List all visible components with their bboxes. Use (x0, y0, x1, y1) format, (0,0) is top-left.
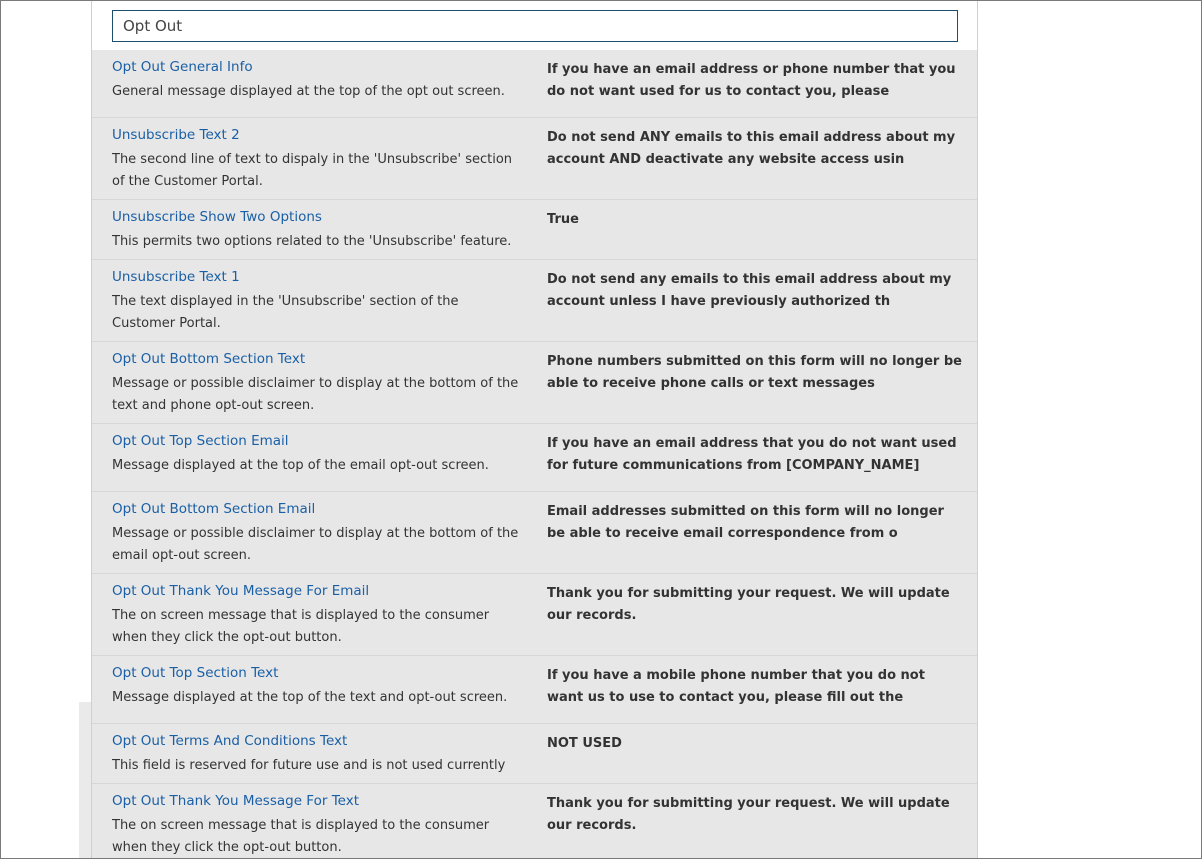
setting-value: If you have a mobile phone number that y… (547, 668, 925, 705)
setting-row[interactable]: Opt Out Bottom Section Email Message or … (92, 492, 977, 574)
setting-value: Phone numbers submitted on this form wil… (547, 354, 962, 391)
search-input[interactable] (112, 10, 958, 42)
setting-description: Message or possible disclaimer to displa… (112, 526, 519, 563)
setting-value: If you have an email address that you do… (547, 436, 957, 473)
setting-row[interactable]: Opt Out General Info General message dis… (92, 50, 977, 118)
setting-name-link[interactable]: Opt Out Top Section Email (112, 433, 289, 449)
setting-name-link[interactable]: Opt Out Bottom Section Email (112, 501, 315, 517)
setting-description: This permits two options related to the … (112, 234, 512, 249)
setting-row[interactable]: Opt Out Thank You Message For Email The … (92, 574, 977, 656)
setting-value: Do not send ANY emails to this email add… (547, 130, 956, 167)
settings-list: Opt Out General Info General message dis… (92, 50, 977, 859)
setting-value: If you have an email address or phone nu… (547, 62, 956, 99)
setting-row[interactable]: Opt Out Top Section Text Message display… (92, 656, 977, 724)
setting-value: Email addresses submitted on this form w… (547, 504, 944, 541)
setting-description: This field is reserved for future use an… (112, 758, 506, 773)
settings-panel: Opt Out General Info General message dis… (91, 0, 978, 859)
setting-value: True (547, 212, 579, 227)
setting-description: The second line of text to dispaly in th… (112, 152, 513, 189)
setting-row[interactable]: Unsubscribe Show Two Options This permit… (92, 200, 977, 260)
setting-description: The text displayed in the 'Unsubscribe' … (112, 294, 459, 331)
setting-row[interactable]: Unsubscribe Text 2 The second line of te… (92, 118, 977, 200)
setting-name-link[interactable]: Unsubscribe Text 1 (112, 269, 240, 285)
setting-row[interactable]: Opt Out Thank You Message For Text The o… (92, 784, 977, 859)
setting-description: Message displayed at the top of the emai… (112, 458, 489, 473)
setting-value: NOT USED (547, 736, 622, 751)
setting-name-link[interactable]: Opt Out Thank You Message For Email (112, 583, 369, 599)
setting-value: Do not send any emails to this email add… (547, 272, 952, 309)
setting-row[interactable]: Opt Out Terms And Conditions Text This f… (92, 724, 977, 784)
setting-value: Thank you for submitting your request. W… (547, 796, 950, 833)
setting-name-link[interactable]: Opt Out Terms And Conditions Text (112, 733, 347, 749)
setting-row[interactable]: Opt Out Top Section Email Message displa… (92, 424, 977, 492)
setting-row[interactable]: Opt Out Bottom Section Text Message or p… (92, 342, 977, 424)
setting-name-link[interactable]: Opt Out Bottom Section Text (112, 351, 305, 367)
setting-description: General message displayed at the top of … (112, 84, 505, 99)
search-bar (92, 0, 977, 50)
setting-name-link[interactable]: Opt Out Thank You Message For Text (112, 793, 359, 809)
setting-name-link[interactable]: Opt Out General Info (112, 59, 253, 75)
setting-value: Thank you for submitting your request. W… (547, 586, 950, 623)
setting-name-link[interactable]: Unsubscribe Show Two Options (112, 209, 322, 225)
setting-name-link[interactable]: Opt Out Top Section Text (112, 665, 278, 681)
setting-name-link[interactable]: Unsubscribe Text 2 (112, 127, 240, 143)
setting-description: Message displayed at the top of the text… (112, 690, 508, 705)
setting-description: The on screen message that is displayed … (112, 608, 490, 645)
setting-description: The on screen message that is displayed … (112, 818, 490, 855)
setting-description: Message or possible disclaimer to displa… (112, 376, 519, 413)
window-scrollbar[interactable] (1184, 0, 1201, 859)
setting-row[interactable]: Unsubscribe Text 1 The text displayed in… (92, 260, 977, 342)
